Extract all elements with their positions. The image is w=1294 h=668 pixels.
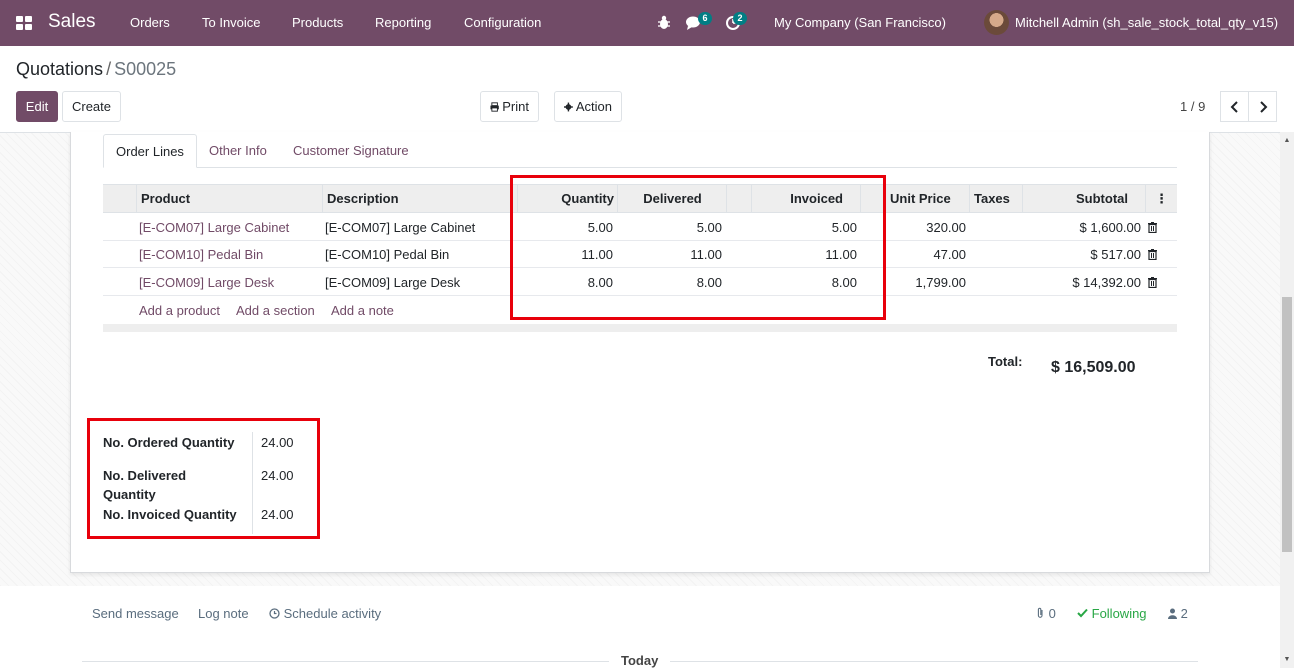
send-message-button[interactable]: Send message [92,606,179,621]
add-note-link[interactable]: Add a note [331,297,394,324]
form-tabs: Order Lines Other Info Customer Signatur… [103,134,1177,168]
table-footer [103,324,1177,332]
print-icon [490,101,499,112]
attachments-button[interactable]: 0 [1036,606,1056,621]
today-separator: Today [621,653,659,668]
row-product[interactable]: [E-COM10] Pedal Bin [139,241,263,268]
chevron-right-icon [1259,100,1267,113]
delete-trash-icon[interactable] [1148,249,1157,260]
pager-previous-button[interactable] [1220,91,1249,122]
gear-icon [564,102,573,111]
following-label: Following [1091,606,1147,621]
schedule-activity-button[interactable]: Schedule activity [269,606,381,621]
pager-value[interactable]: 1 / 9 [1180,99,1205,114]
total-value: $ 16,509.00 [1051,359,1136,376]
row-description[interactable]: [E-COM07] Large Cabinet [325,214,475,241]
header-taxes[interactable]: Taxes [969,185,1023,213]
clock-icon [269,608,280,619]
print-button[interactable]: Print [480,91,539,122]
row-description[interactable]: [E-COM10] Pedal Bin [325,241,449,268]
user-icon [1168,608,1177,619]
add-section-link[interactable]: Add a section [236,297,315,324]
followers-button[interactable]: 2 [1168,606,1188,621]
row-product[interactable]: [E-COM09] Large Desk [139,269,274,296]
tab-order-lines[interactable]: Order Lines [103,134,197,168]
menu-configuration[interactable]: Configuration [464,15,541,30]
row-product[interactable]: [E-COM07] Large Cabinet [139,214,289,241]
menu-products[interactable]: Products [292,15,343,30]
user-menu[interactable]: Mitchell Admin (sh_sale_stock_total_qty_… [1015,15,1278,30]
attachments-count: 0 [1048,606,1056,621]
action-button[interactable]: Action [554,91,622,122]
add-product-link[interactable]: Add a product [139,297,220,324]
apps-menu-icon[interactable] [16,16,32,30]
row-description[interactable]: [E-COM09] Large Desk [325,269,460,296]
today-divider-left [82,661,609,662]
row-taxes[interactable] [969,214,1019,241]
today-divider-right [670,661,1198,662]
menu-to-invoice[interactable]: To Invoice [202,15,261,30]
row-subtotal: $ 1,600.00 [1079,220,1141,235]
row-subtotal: $ 14,392.00 [1072,275,1141,290]
pager-next-button[interactable] [1248,91,1277,122]
header-unit-price[interactable]: Unit Price [885,185,969,213]
following-button[interactable]: Following [1077,606,1147,621]
ordered-quantity-value: 24.00 [261,435,294,450]
header-subtotal[interactable]: Subtotal [1022,185,1146,213]
delete-trash-icon[interactable] [1148,277,1157,288]
edit-button[interactable]: Edit [16,91,58,122]
activities-badge: 2 [733,12,747,25]
invoiced-quantity-label: No. Invoiced Quantity [103,507,237,522]
breadcrumb-separator: / [106,59,112,79]
delivered-quantity-value: 24.00 [261,468,294,483]
delete-trash-icon[interactable] [1148,222,1157,233]
row-unit-price[interactable]: 1,799.00 [885,269,966,296]
debug-bug-icon[interactable] [654,13,674,33]
row-subtotal: $ 517.00 [1090,247,1141,262]
create-button[interactable]: Create [62,91,121,122]
header-product[interactable]: Product [136,185,323,213]
check-icon [1077,608,1088,618]
header-description[interactable]: Description [322,185,518,213]
scroll-up-arrow-icon[interactable]: ▲ [1283,137,1291,145]
scrollbar-thumb[interactable] [1282,297,1292,552]
highlight-box-quantity-columns [510,175,886,320]
action-label: Action [575,99,612,114]
user-avatar[interactable] [984,10,1009,35]
ordered-quantity-label: No. Ordered Quantity [103,435,235,450]
breadcrumb: Quotations / S00025 [16,59,176,80]
delivered-quantity-label: No. Delivered Quantity [103,468,187,502]
menu-orders[interactable]: Orders [130,15,170,30]
tab-customer-signature[interactable]: Customer Signature [281,134,421,168]
invoiced-quantity-value: 24.00 [261,507,294,522]
quantity-divider [252,432,253,534]
row-taxes[interactable] [969,241,1019,268]
log-note-button[interactable]: Log note [198,606,249,621]
print-label: Print [502,99,529,114]
schedule-activity-label: Schedule activity [283,606,382,621]
row-taxes[interactable] [969,269,1019,296]
column-options-icon[interactable]: ⋮ [1145,185,1177,213]
paperclip-icon [1037,607,1043,618]
scroll-down-arrow-icon[interactable]: ▼ [1283,656,1291,664]
breadcrumb-current: S00025 [114,59,177,79]
tab-other-info[interactable]: Other Info [197,134,279,168]
breadcrumb-quotations[interactable]: Quotations [16,59,103,79]
messages-badge: 6 [698,12,712,25]
company-switcher[interactable]: My Company (San Francisco) [774,15,946,30]
menu-reporting[interactable]: Reporting [375,15,431,30]
total-label: Total: [988,354,1023,369]
header-handle-column [103,185,137,213]
chevron-left-icon [1230,100,1238,113]
row-unit-price[interactable]: 47.00 [885,241,966,268]
followers-count: 2 [1180,606,1188,621]
row-unit-price[interactable]: 320.00 [885,214,966,241]
top-navbar: Sales Orders To Invoice Products Reporti… [0,0,1294,46]
app-name[interactable]: Sales [48,11,96,33]
